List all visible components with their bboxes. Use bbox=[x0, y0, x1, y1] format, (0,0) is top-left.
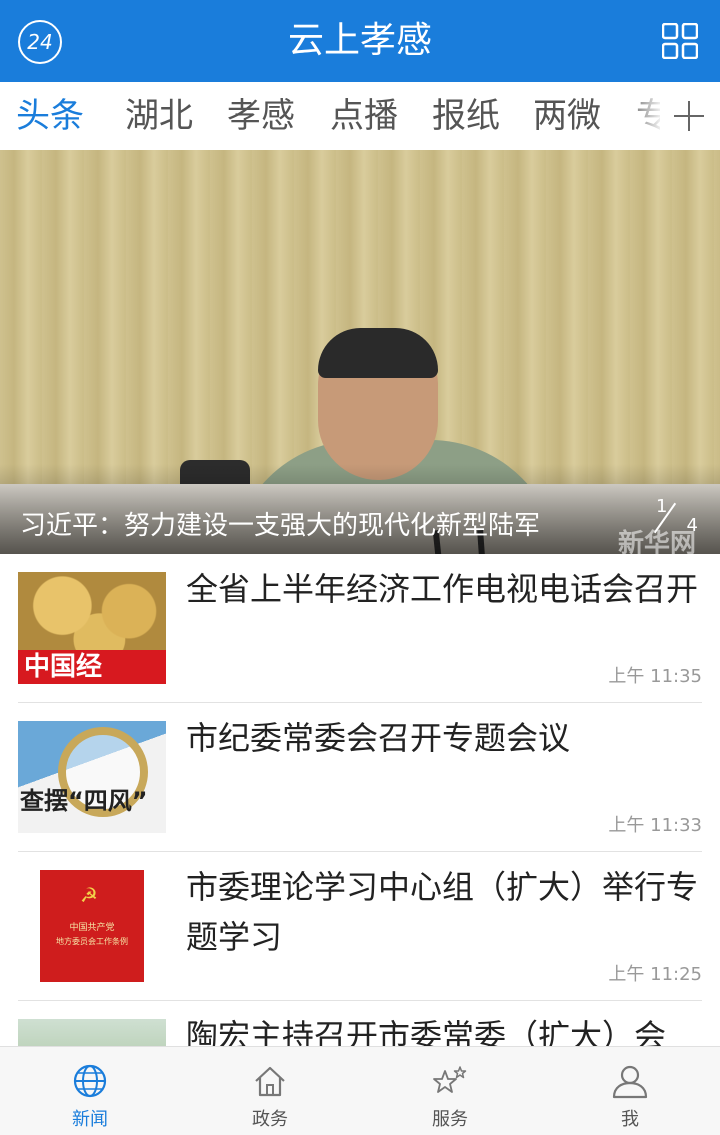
thumbnail-text-line1: 中国共产党 bbox=[69, 923, 115, 933]
thumbnail-text: 查摆“四风” bbox=[20, 787, 148, 815]
news-title: 全省上半年经济工作电视电话会召开 bbox=[186, 570, 699, 608]
app-header: 24 云上孝感 bbox=[0, 0, 720, 82]
pager-total: 4 bbox=[686, 515, 698, 536]
news-thumbnail bbox=[18, 1019, 166, 1048]
list-item[interactable]: 陶宏主持召开市委常委（扩大）会 bbox=[18, 1001, 702, 1048]
news-time: 上午 11:25 bbox=[608, 964, 702, 985]
hero-pager: 1 4 bbox=[652, 496, 702, 536]
nav-services[interactable]: 服务 bbox=[360, 1047, 540, 1135]
news-title: 市纪委常委会召开专题会议 bbox=[186, 719, 571, 757]
thumbnail-text-line2: 地方委员会工作条例 bbox=[56, 937, 128, 946]
tab-hubei[interactable]: 湖北 bbox=[125, 94, 193, 138]
nav-me[interactable]: 我 bbox=[540, 1047, 720, 1135]
bottom-nav: 新闻 政务 服务 我 bbox=[0, 1046, 720, 1135]
news-thumbnail: ☭ 中国共产党 地方委员会工作条例 bbox=[18, 870, 166, 982]
tab-xiaogan[interactable]: 孝感 bbox=[227, 94, 295, 138]
stars-icon bbox=[433, 1066, 467, 1093]
plus-icon[interactable] bbox=[660, 82, 720, 150]
news-time: 上午 11:33 bbox=[608, 815, 702, 836]
rulebook-cover: ☭ 中国共产党 地方委员会工作条例 bbox=[40, 870, 144, 982]
user-icon bbox=[612, 1065, 648, 1099]
nav-label: 政务 bbox=[252, 1109, 288, 1130]
hero-person-hair bbox=[318, 328, 438, 378]
tab-weibo-wechat[interactable]: 两微 bbox=[533, 94, 601, 138]
globe-icon bbox=[73, 1064, 107, 1098]
news-time: 上午 11:35 bbox=[608, 666, 702, 687]
hero-banner[interactable]: 新华网 习近平：努力建设一支强大的现代化新型陆军 1 4 bbox=[0, 150, 720, 554]
tabs-fade bbox=[624, 82, 664, 150]
party-emblem-icon: ☭ bbox=[80, 883, 98, 907]
nav-label: 新闻 bbox=[72, 1109, 108, 1130]
tab-headlines[interactable]: 头条 bbox=[16, 94, 84, 138]
thumbnail-text: 中国经 bbox=[18, 650, 166, 684]
home-icon bbox=[255, 1066, 285, 1097]
news-title: 陶宏主持召开市委常委（扩大）会 bbox=[186, 1017, 667, 1048]
hero-caption[interactable]: 习近平：努力建设一支强大的现代化新型陆军 bbox=[20, 508, 540, 544]
nav-government[interactable]: 政务 bbox=[180, 1047, 360, 1135]
tab-newspaper[interactable]: 报纸 bbox=[432, 94, 500, 138]
channel-tabs: 头条 湖北 孝感 点播 报纸 两微 专 bbox=[0, 82, 720, 150]
news-thumbnail: 中国经 bbox=[18, 572, 166, 684]
nav-label: 我 bbox=[621, 1109, 639, 1130]
news-list: 中国经 全省上半年经济工作电视电话会召开 上午 11:35 查摆“四风” 市纪委… bbox=[0, 554, 720, 1048]
nav-label: 服务 bbox=[432, 1109, 468, 1130]
tab-vod[interactable]: 点播 bbox=[330, 94, 398, 138]
grid-icon[interactable] bbox=[662, 23, 698, 59]
list-item[interactable]: 查摆“四风” 市纪委常委会召开专题会议 上午 11:33 bbox=[18, 703, 702, 852]
app-title: 云上孝感 bbox=[287, 20, 432, 61]
list-item[interactable]: ☭ 中国共产党 地方委员会工作条例 市委理论学习中心组（扩大）举行专题学习 上午… bbox=[18, 852, 702, 1001]
news-thumbnail: 查摆“四风” bbox=[18, 721, 166, 833]
list-item[interactable]: 中国经 全省上半年经济工作电视电话会召开 上午 11:35 bbox=[18, 554, 702, 703]
news-title: 市委理论学习中心组（扩大）举行专题学习 bbox=[186, 868, 699, 956]
nav-news[interactable]: 新闻 bbox=[0, 1047, 180, 1135]
